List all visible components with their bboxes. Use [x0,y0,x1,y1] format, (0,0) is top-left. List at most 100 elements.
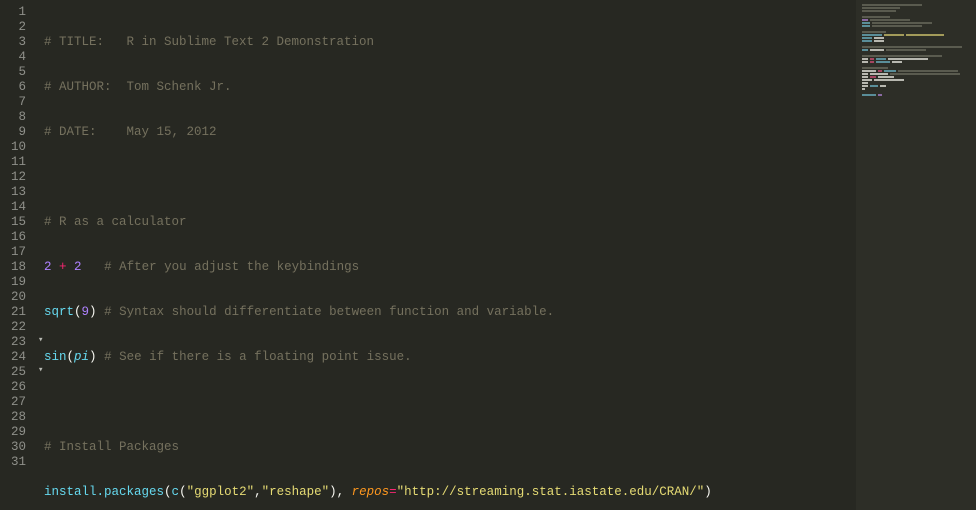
minimap-segment [862,70,876,72]
line-number: 1 [6,5,26,20]
line-number-gutter: 1 2 3 4 5 6 7 8 9 10 11 12 13 14 15 16 1… [0,0,36,510]
code-area[interactable]: # TITLE: R in Sublime Text 2 Demonstrati… [36,0,976,510]
line-number: 22 [6,320,26,335]
line-number: 24 [6,350,26,365]
minimap-segment [862,61,868,63]
line-number: 21 [6,305,26,320]
code-line[interactable]: # AUTHOR: Tom Schenk Jr. [44,80,976,95]
code-line[interactable] [44,170,976,185]
minimap-segment [870,58,874,60]
code-line[interactable]: install.packages(c("ggplot2","reshape"),… [44,485,976,500]
code-line[interactable] [44,395,976,410]
minimap-segment [888,58,928,60]
minimap[interactable] [856,0,976,510]
minimap-segment [862,94,876,96]
minimap-segment [872,22,932,24]
named-arg: repos [352,485,390,499]
line-number: 17 [6,245,26,260]
line-number: 14 [6,200,26,215]
minimap-segment [874,79,904,81]
string: "reshape" [262,485,330,499]
minimap-segment [874,40,884,42]
minimap-segment [862,37,872,39]
comment: # Install Packages [44,440,179,454]
minimap-segment [862,82,868,84]
number: 2 [74,260,82,274]
minimap-segment [878,76,894,78]
line-number: 25 [6,365,26,380]
minimap-segment [862,67,888,69]
minimap-segment [862,7,900,9]
minimap-segment [892,61,902,63]
minimap-segment [862,55,942,57]
function-call: sqrt [44,305,74,319]
comment: # DATE: May 15, 2012 [44,125,217,139]
line-number: 12 [6,170,26,185]
minimap-segment [862,49,868,51]
minimap-segment [890,73,960,75]
comment: # Syntax should differentiate between fu… [104,305,554,319]
code-line[interactable]: # Install Packages [44,440,976,455]
function-call: install.packages [44,485,164,499]
minimap-segment [876,58,886,60]
minimap-segment [862,73,868,75]
minimap-segment [870,49,884,51]
code-line[interactable]: # R as a calculator [44,215,976,230]
punct: ( [67,350,75,364]
line-number: 5 [6,65,26,80]
minimap-segment [862,58,868,60]
punct: ) [704,485,712,499]
code-line[interactable]: # DATE: May 15, 2012 [44,125,976,140]
line-number: 16 [6,230,26,245]
minimap-segment [884,70,896,72]
line-number: 27 [6,395,26,410]
punct: ( [179,485,187,499]
minimap-segment [878,94,882,96]
minimap-segment [862,16,890,18]
code-line[interactable]: sqrt(9) # Syntax should differentiate be… [44,305,976,320]
number: 9 [82,305,90,319]
fold-caret-icon[interactable]: ▾ [38,365,43,375]
minimap-segment [876,61,890,63]
line-number: 28 [6,410,26,425]
minimap-segment [872,25,922,27]
minimap-segment [862,4,922,6]
editor-pane[interactable]: 1 2 3 4 5 6 7 8 9 10 11 12 13 14 15 16 1… [0,0,976,510]
minimap-segment [862,10,896,12]
text [82,260,105,274]
minimap-segment [862,22,870,24]
minimap-segment [862,19,868,21]
minimap-segment [870,61,874,63]
punct: , [254,485,262,499]
punct: ( [164,485,172,499]
minimap-segment [862,34,882,36]
line-number: 20 [6,290,26,305]
minimap-segment [862,85,868,87]
code-line[interactable]: 2 + 2 # After you adjust the keybindings [44,260,976,275]
minimap-segment [870,19,910,21]
comment: # After you adjust the keybindings [104,260,359,274]
line-number: 8 [6,110,26,125]
minimap-segment [870,76,876,78]
string: "http://streaming.stat.iastate.edu/CRAN/… [397,485,705,499]
minimap-segment [874,37,884,39]
minimap-segment [862,46,962,48]
line-number: 13 [6,185,26,200]
minimap-segment [878,70,882,72]
line-number: 11 [6,155,26,170]
punct: ), [329,485,352,499]
function-call: c [172,485,180,499]
comment: # AUTHOR: Tom Schenk Jr. [44,80,232,94]
code-line[interactable]: # TITLE: R in Sublime Text 2 Demonstrati… [44,35,976,50]
minimap-segment [862,25,870,27]
code-line[interactable]: sin(pi) # See if there is a floating poi… [44,350,976,365]
fold-caret-icon[interactable]: ▾ [38,335,43,345]
minimap-segment [862,79,872,81]
operator: = [389,485,397,499]
minimap-segment [870,73,888,75]
operator: + [52,260,75,274]
minimap-segment [862,31,886,33]
line-number: 26 [6,380,26,395]
minimap-segment [862,40,872,42]
line-number: 9 [6,125,26,140]
